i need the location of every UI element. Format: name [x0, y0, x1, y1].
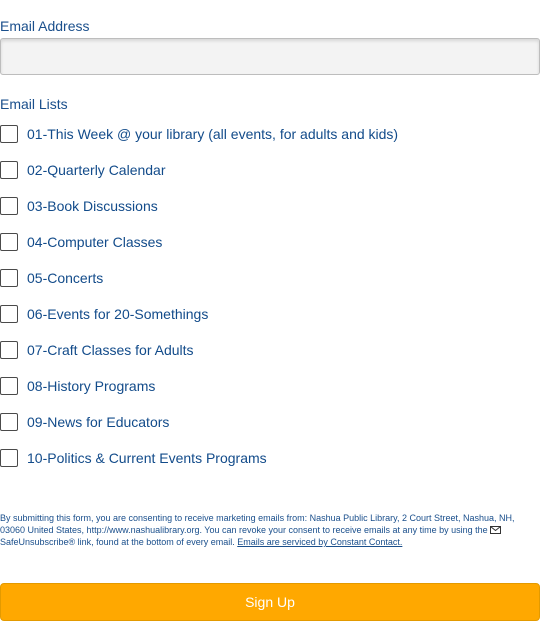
- list-item[interactable]: 07-Craft Classes for Adults: [0, 340, 540, 376]
- list-item[interactable]: 09-News for Educators: [0, 412, 540, 448]
- list-checkbox[interactable]: [0, 377, 18, 395]
- list-checkbox[interactable]: [0, 341, 18, 359]
- list-item-label: 02-Quarterly Calendar: [27, 162, 166, 178]
- constant-contact-link[interactable]: Emails are serviced by Constant Contact.: [237, 537, 402, 547]
- list-item-label: 10-Politics & Current Events Programs: [27, 450, 267, 466]
- list-checkbox[interactable]: [0, 197, 18, 215]
- email-lists: 01-This Week @ your library (all events,…: [0, 124, 540, 484]
- list-item[interactable]: 08-History Programs: [0, 376, 540, 412]
- list-item-label: 01-This Week @ your library (all events,…: [27, 126, 399, 142]
- list-item-label: 07-Craft Classes for Adults: [27, 342, 194, 358]
- consent-text-continued: SafeUnsubscribe® link, found at the bott…: [0, 537, 235, 547]
- list-item-label: 08-History Programs: [27, 378, 156, 394]
- sign-up-button[interactable]: Sign Up: [0, 583, 540, 621]
- list-item[interactable]: 10-Politics & Current Events Programs: [0, 448, 540, 484]
- list-item-label: 06-Events for 20-Somethings: [27, 306, 209, 322]
- list-item[interactable]: 01-This Week @ your library (all events,…: [0, 124, 540, 160]
- consent-notice: By submitting this form, you are consent…: [0, 512, 540, 548]
- list-item-label: 04-Computer Classes: [27, 234, 163, 250]
- list-checkbox[interactable]: [0, 125, 18, 143]
- list-item[interactable]: 02-Quarterly Calendar: [0, 160, 540, 196]
- list-checkbox[interactable]: [0, 449, 18, 467]
- list-item[interactable]: 05-Concerts: [0, 268, 540, 304]
- list-checkbox[interactable]: [0, 413, 18, 431]
- list-item-label: 09-News for Educators: [27, 414, 170, 430]
- consent-text: By submitting this form, you are consent…: [0, 513, 515, 535]
- list-checkbox[interactable]: [0, 305, 18, 323]
- email-address-label: Email Address: [0, 18, 90, 34]
- list-item[interactable]: 04-Computer Classes: [0, 232, 540, 268]
- email-lists-label: Email Lists: [0, 96, 68, 112]
- list-item[interactable]: 06-Events for 20-Somethings: [0, 304, 540, 340]
- list-checkbox[interactable]: [0, 233, 18, 251]
- envelope-icon: [490, 526, 502, 534]
- list-item[interactable]: 03-Book Discussions: [0, 196, 540, 232]
- list-checkbox[interactable]: [0, 161, 18, 179]
- email-address-input[interactable]: [0, 38, 540, 75]
- list-item-label: 03-Book Discussions: [27, 198, 158, 214]
- list-checkbox[interactable]: [0, 269, 18, 287]
- list-item-label: 05-Concerts: [27, 270, 104, 286]
